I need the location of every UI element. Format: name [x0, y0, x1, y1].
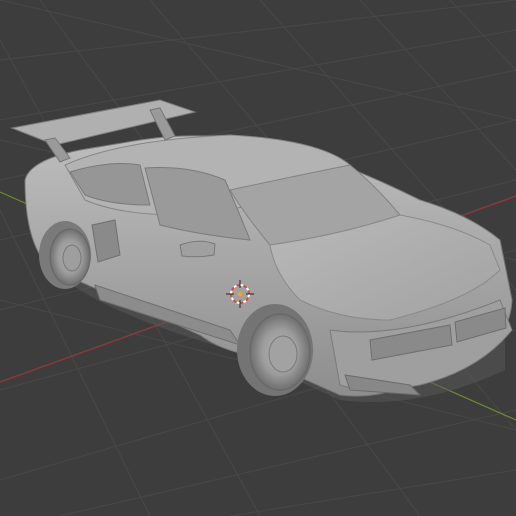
car-model[interactable] — [10, 99, 513, 402]
viewport-canvas[interactable] — [0, 0, 516, 516]
rear-wheel — [39, 221, 91, 289]
3d-viewport[interactable] — [0, 0, 516, 516]
front-wheel — [237, 304, 313, 396]
side-mirror — [179, 240, 216, 258]
